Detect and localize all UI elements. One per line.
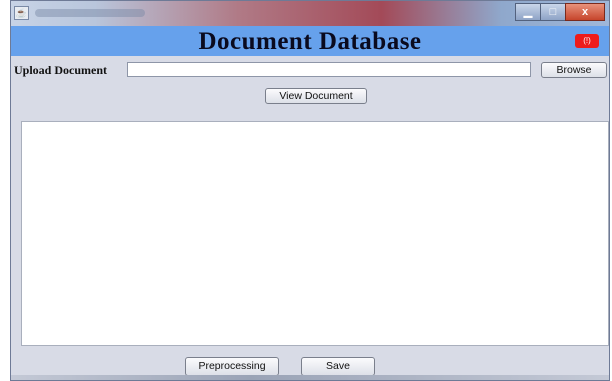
document-content-area[interactable] — [21, 121, 609, 346]
header-banner: Document Database (!) — [11, 26, 609, 56]
window-title-text — [35, 9, 145, 17]
browse-button[interactable]: Browse — [541, 62, 607, 78]
upload-path-input[interactable] — [127, 62, 531, 77]
java-icon: ☕ — [14, 6, 29, 20]
close-button[interactable]: x — [565, 3, 605, 21]
upload-row: Upload Document — [11, 61, 609, 79]
status-badge[interactable]: (!) — [575, 34, 599, 48]
maximize-button[interactable]: □ — [540, 3, 566, 21]
save-button[interactable]: Save — [301, 357, 375, 376]
minimize-button[interactable]: ▁ — [515, 3, 541, 21]
upload-document-label: Upload Document — [14, 63, 108, 77]
page-title: Document Database — [198, 28, 422, 55]
window-controls: ▁ □ x — [515, 3, 605, 21]
preprocessing-button[interactable]: Preprocessing — [185, 357, 279, 376]
window-titlebar[interactable]: ☕ ▁ □ x — [11, 1, 609, 26]
application-window: ☕ ▁ □ x Document Database (!) Upload Doc… — [10, 0, 610, 381]
view-document-button[interactable]: View Document — [265, 88, 367, 104]
window-bottom-edge — [11, 375, 609, 380]
